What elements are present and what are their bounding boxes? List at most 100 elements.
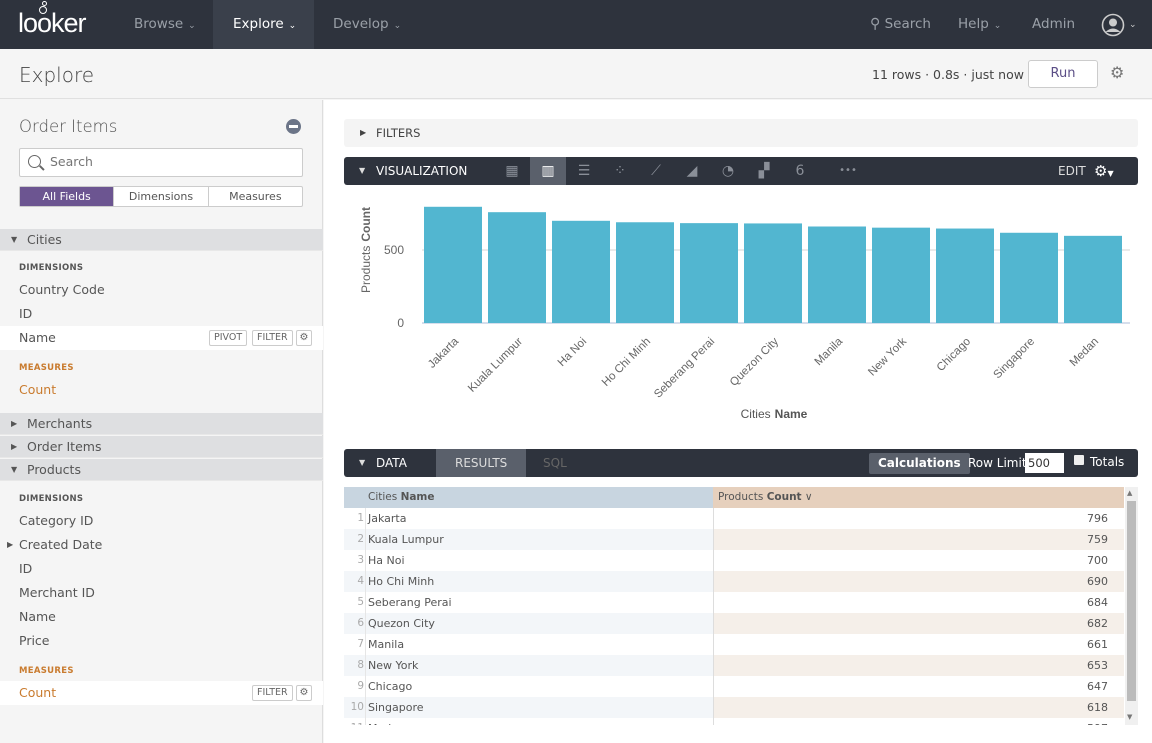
cell-city-name[interactable]: Singapore	[368, 697, 424, 718]
column-header-products-count[interactable]: Products Count ∨	[713, 487, 1124, 508]
column-header-cities-name[interactable]: Cities Name	[365, 487, 713, 508]
view-group-order-items[interactable]: ▶ Order Items	[0, 436, 323, 458]
cell-city-name[interactable]: Chicago	[368, 676, 412, 697]
cell-count-bg: 759	[713, 529, 1124, 550]
calculations-button[interactable]: Calculations	[869, 453, 970, 474]
x-axis-label-field: Name	[775, 407, 808, 421]
cell-products-count[interactable]: 796	[1087, 508, 1108, 529]
nav-search-label: Search	[884, 16, 931, 32]
view-group-cities[interactable]: ▼ Cities	[0, 229, 323, 251]
row-number: 2	[357, 533, 364, 545]
segment-measures[interactable]: Measures	[209, 187, 302, 206]
bar	[488, 212, 546, 323]
table-row: 1 Jakarta 796	[344, 508, 1124, 529]
row-number-header	[344, 487, 365, 508]
caret-right-icon: ▶	[360, 128, 367, 137]
collapse-icon[interactable]	[286, 119, 301, 134]
row-number: 9	[357, 680, 364, 692]
field-item[interactable]: ID	[0, 302, 323, 326]
filters-section[interactable]: ▶ FILTERS	[344, 119, 1138, 147]
segment-all-fields[interactable]: All Fields	[20, 187, 115, 206]
nav-explore[interactable]: Explore ⌄	[213, 0, 314, 49]
run-button[interactable]: Run	[1028, 60, 1098, 88]
search-icon: ⚲	[870, 16, 881, 32]
field-item[interactable]: Price	[0, 629, 323, 653]
cell-city-name[interactable]: Jakarta	[368, 508, 406, 529]
cell-products-count[interactable]: 661	[1087, 634, 1108, 655]
field-item[interactable]: Count FILTER ⚙	[0, 681, 323, 705]
row-number: 4	[357, 575, 364, 587]
column-prefix: Cities	[368, 491, 398, 503]
table-scrollbar[interactable]: ▲ ▼	[1125, 487, 1138, 725]
cell-products-count[interactable]: 682	[1087, 613, 1108, 634]
cell-city-name[interactable]: Quezon City	[368, 613, 435, 634]
nav-develop[interactable]: Develop ⌄	[313, 0, 421, 49]
scroll-up-icon[interactable]: ▲	[1127, 489, 1132, 497]
view-group-products[interactable]: ▼ Products	[0, 459, 323, 481]
cell-city-name[interactable]: Seberang Perai	[368, 592, 452, 613]
cell-city-name[interactable]: Kuala Lumpur	[368, 529, 444, 550]
row-limit-input[interactable]	[1025, 453, 1064, 473]
bar	[1064, 235, 1122, 323]
field-item[interactable]: ▶ Created Date	[0, 533, 323, 557]
pivot-button[interactable]: PIVOT	[209, 330, 248, 346]
user-menu[interactable]: ⌄	[1101, 13, 1141, 37]
looker-logo[interactable]: looker	[18, 1, 98, 42]
row-number: 6	[357, 617, 364, 629]
filter-button[interactable]: FILTER	[252, 330, 293, 346]
sort-desc-icon: ∨	[804, 491, 813, 503]
gear-icon[interactable]: ⚙	[296, 330, 312, 346]
cell-city-name[interactable]: Manila	[368, 634, 404, 655]
table-row: 6 Quezon City 682	[344, 613, 1124, 634]
chevron-down-icon: ⌄	[288, 21, 297, 31]
measures-heading: MEASURES	[19, 363, 74, 373]
cell-city-name[interactable]: Ho Chi Minh	[368, 571, 434, 592]
segment-dimensions[interactable]: Dimensions	[114, 187, 209, 206]
nav-browse[interactable]: Browse ⌄	[114, 0, 216, 49]
field-item[interactable]: ID	[0, 557, 323, 581]
field-item[interactable]: Merchant ID	[0, 581, 323, 605]
nav-admin[interactable]: Admin	[1012, 0, 1095, 49]
gear-icon[interactable]: ⚙	[296, 685, 312, 701]
cell-products-count[interactable]: 684	[1087, 592, 1108, 613]
cell-products-count[interactable]: 759	[1087, 529, 1108, 550]
cell-city-name[interactable]: Ha Noi	[368, 550, 405, 571]
filter-button[interactable]: FILTER	[252, 685, 293, 701]
tab-sql[interactable]: SQL	[524, 449, 586, 477]
caret-right-icon: ▶	[11, 442, 18, 451]
field-item[interactable]: Name PIVOT FILTER ⚙	[0, 326, 323, 350]
field-item[interactable]: Count	[0, 378, 323, 402]
totals-checkbox[interactable]	[1074, 455, 1084, 465]
field-search-input[interactable]	[50, 154, 290, 169]
nav-search[interactable]: ⚲ Search	[850, 0, 951, 49]
caret-down-icon[interactable]: ▼	[359, 449, 365, 477]
tab-results[interactable]: RESULTS	[436, 449, 527, 477]
nav-help[interactable]: Help ⌄	[938, 0, 1021, 49]
field-search[interactable]	[19, 148, 303, 177]
totals-label: Totals	[1090, 455, 1125, 469]
cell-city-name[interactable]: New York	[368, 655, 418, 676]
explore-main: ▶ FILTERS ▼ VISUALIZATION ▦ ▥ ☰ ⁘ ⟋ ◢ ◔ ▞…	[324, 100, 1152, 743]
cell-products-count[interactable]: 597	[1087, 718, 1108, 725]
cell-products-count[interactable]: 653	[1087, 655, 1108, 676]
x-tick-label: Kuala Lumpur	[466, 336, 525, 395]
cell-city-name[interactable]: Medan	[368, 718, 405, 725]
table-row: 11 Medan 597	[344, 718, 1124, 725]
field-label: Price	[19, 633, 50, 648]
cell-products-count[interactable]: 647	[1087, 676, 1108, 697]
dimensions-heading: DIMENSIONS	[19, 494, 84, 504]
chevron-down-icon: ⌄	[393, 21, 402, 31]
cell-products-count[interactable]: 700	[1087, 550, 1108, 571]
field-item[interactable]: Country Code	[0, 278, 323, 302]
y-axis-label-field: Count	[359, 207, 373, 242]
cell-products-count[interactable]: 618	[1087, 697, 1108, 718]
caret-down-icon: ▼	[11, 465, 18, 474]
scrollbar-thumb[interactable]	[1127, 501, 1136, 701]
field-item[interactable]: Category ID	[0, 509, 323, 533]
field-item[interactable]: Name	[0, 605, 323, 629]
view-group-merchants[interactable]: ▶ Merchants	[0, 413, 323, 435]
cell-products-count[interactable]: 690	[1087, 571, 1108, 592]
scroll-down-icon[interactable]: ▼	[1127, 713, 1132, 721]
gear-icon[interactable]: ⚙	[1110, 65, 1126, 81]
field-label: Created Date	[19, 537, 103, 552]
